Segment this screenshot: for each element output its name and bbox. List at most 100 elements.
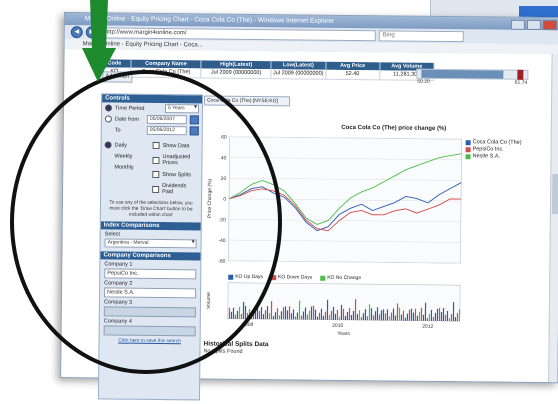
volume-bar <box>332 306 335 320</box>
volume-bar <box>318 312 321 320</box>
volume-bar <box>352 311 355 321</box>
freq-label: Monthly <box>114 164 134 171</box>
volume-bar <box>298 300 301 320</box>
volume-bar <box>326 299 329 320</box>
freq-monthly[interactable]: Monthly <box>101 161 149 173</box>
scrollbar[interactable] <box>548 54 558 383</box>
date-range-radio[interactable] <box>104 115 112 123</box>
url-input[interactable]: http://www.margin4online.com/ <box>100 26 376 41</box>
volume-bar <box>368 304 371 321</box>
legend-swatch <box>271 274 277 280</box>
checkbox-icon[interactable] <box>152 156 160 164</box>
calendar-icon[interactable] <box>189 126 199 136</box>
table-row: KO Coca Cola Co (The) Jul 2009 (00000000… <box>98 67 435 81</box>
volume-bar <box>292 309 295 320</box>
time-period-radio[interactable] <box>104 104 113 112</box>
window-title: Margin Online - Equity Pricing Chart - C… <box>84 15 335 25</box>
calendar-icon[interactable] <box>189 115 199 125</box>
volume-bar <box>370 308 373 321</box>
volume-bar <box>384 313 387 321</box>
forward-arrow-icon[interactable]: ▶ <box>85 26 98 39</box>
time-period-select[interactable]: 5 Years <box>164 104 200 114</box>
volume-bar <box>320 308 323 320</box>
volume-bar <box>348 307 351 321</box>
x-tick-label: 2012 <box>422 324 433 330</box>
volume-bar <box>414 308 417 321</box>
volume-bar <box>342 308 345 320</box>
volume-bar <box>274 312 277 320</box>
y-tick-label: 0 <box>223 197 226 203</box>
volume-bar <box>396 303 399 321</box>
index-select[interactable]: Argentina - Merval <box>104 238 197 249</box>
add-chart-button[interactable]: Add chart <box>102 71 133 83</box>
date-to-field[interactable]: 05/06/2012 <box>146 125 187 136</box>
unadjusted-prices-option[interactable]: Unadjusted Prices <box>149 151 199 170</box>
date-from-field[interactable]: 05/06/2007 <box>146 114 187 125</box>
volume-bar <box>408 309 411 321</box>
volume-bar <box>286 310 289 320</box>
slider-range <box>421 69 504 79</box>
legend-label: KO No Change <box>327 274 362 282</box>
volume-bar <box>244 305 247 319</box>
minimize-button[interactable] <box>510 19 525 30</box>
volume-bar <box>300 315 303 320</box>
chart-legend: Coca Cola Co (The) PepsiCo Inc. Nestle S… <box>465 139 522 161</box>
dividends-option[interactable]: Dividends Paid <box>149 180 199 199</box>
volume-bar <box>246 312 249 319</box>
volume-bar <box>238 306 241 319</box>
splits-text: No Splits Found <box>203 348 243 355</box>
checkbox-icon[interactable] <box>152 141 160 150</box>
volume-bar <box>376 307 379 321</box>
checkbox-icon[interactable] <box>152 185 160 193</box>
show-data-option[interactable]: Show Data <box>150 140 200 152</box>
time-period-label: Time Period <box>114 105 145 112</box>
stock-dropdown[interactable]: Coca Cola Co (The) [NYSE:KO] <box>204 95 291 107</box>
volume-bar <box>308 310 311 320</box>
volume-bar <box>336 309 339 320</box>
search-input[interactable]: Bing <box>378 29 464 42</box>
volume-bar <box>278 315 281 320</box>
favorites-tab[interactable]: Margin Online - Equity Pricing Chart - C… <box>83 41 203 48</box>
volume-bar <box>364 309 367 321</box>
volume-bar <box>416 315 419 321</box>
volume-bar <box>448 318 451 322</box>
checkbox-icon[interactable] <box>152 170 160 179</box>
y-tick-label: 60 <box>221 135 227 141</box>
price-range-slider[interactable]: 50.20 61.74 <box>416 68 529 86</box>
frequency-options: Daily Weekly Monthly Show Data Unadjuste… <box>101 135 202 198</box>
freq-label: Weekly <box>114 153 133 160</box>
volume-bar <box>454 317 457 322</box>
radio-icon[interactable] <box>104 141 112 149</box>
volume-bar <box>420 307 423 321</box>
slider-max-label: 61.74 <box>514 79 528 86</box>
volume-bar <box>456 313 459 322</box>
back-arrow-icon[interactable]: ◀ <box>70 26 83 39</box>
y-axis-label: Price Change (%) <box>207 178 213 218</box>
save-search-link[interactable]: Click here to save this search <box>99 335 199 348</box>
volume-bar <box>436 308 439 321</box>
scrollbar-thumb[interactable] <box>551 174 558 215</box>
table-cell: Jul 2009 (00000000) <box>201 68 272 79</box>
freq-weekly[interactable]: Weekly <box>101 150 149 162</box>
volume-bar <box>280 311 283 320</box>
volume-bar <box>344 315 347 320</box>
slider-handle[interactable] <box>517 69 524 80</box>
volume-bar <box>230 311 233 319</box>
freq-daily[interactable]: Daily <box>102 139 150 151</box>
slider-min-label: 50.20 <box>417 78 430 85</box>
close-button[interactable] <box>542 20 557 31</box>
volume-bar <box>450 314 453 322</box>
maximize-button[interactable] <box>526 19 541 30</box>
option-label: Dividends Paid <box>162 183 187 196</box>
volume-bar <box>406 313 409 321</box>
volume-bar <box>310 306 313 320</box>
option-label: Show Data <box>162 142 190 149</box>
instructions-note: To use any of the selections below, you … <box>109 200 193 219</box>
volume-bar <box>410 308 413 321</box>
summary-table: Code Company Name High(Latest) Low(Lates… <box>98 59 435 81</box>
volume-bar <box>266 306 269 320</box>
volume-bar <box>314 309 317 320</box>
show-splits-option[interactable]: Show Splits <box>149 169 199 181</box>
freq-label: Daily <box>114 142 127 149</box>
volume-bar <box>400 314 403 321</box>
